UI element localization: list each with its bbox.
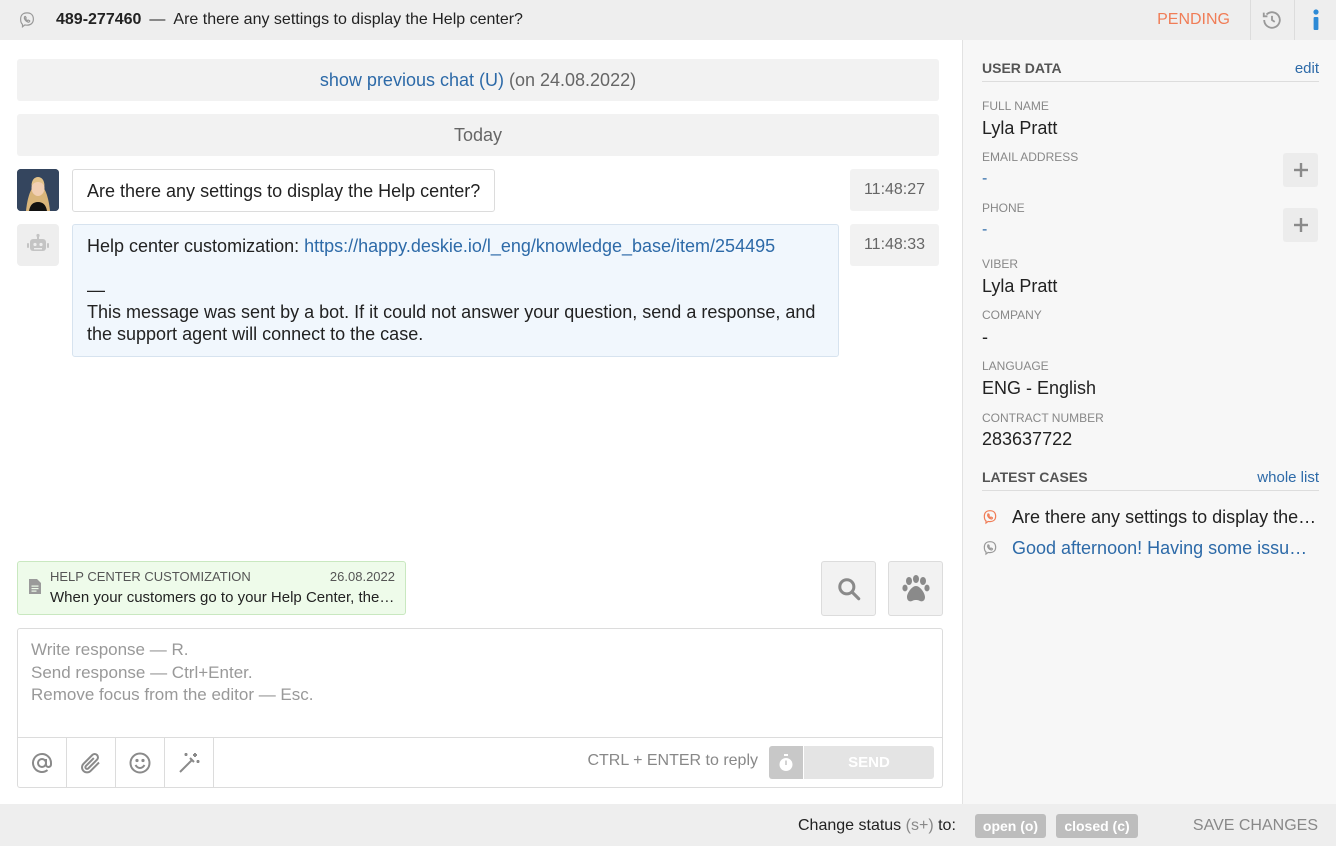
search-button[interactable] xyxy=(821,561,876,616)
info-button[interactable] xyxy=(1294,0,1336,40)
contract-number-value: 283637722 xyxy=(982,429,1073,449)
delayed-send-button[interactable] xyxy=(769,746,803,779)
paw-button[interactable] xyxy=(888,561,943,616)
knowledge-suggestion[interactable]: HELP CENTER CUSTOMIZATION 26.08.2022 Whe… xyxy=(17,561,406,615)
viber-icon xyxy=(983,541,997,556)
bot-message-prefix: Help center customization: xyxy=(87,236,305,256)
show-previous-chat-link[interactable]: show previous chat (U) xyxy=(320,70,504,91)
viber-icon xyxy=(20,12,34,28)
latest-case-item[interactable]: Are there any settings to display the He… xyxy=(982,504,1319,530)
title-separator: — xyxy=(149,11,166,28)
whole-list-link[interactable]: whole list xyxy=(1257,469,1319,486)
emoji-button[interactable] xyxy=(116,738,165,787)
magic-wand-icon xyxy=(179,752,200,773)
send-shortcut-hint: CTRL + ENTER to reply xyxy=(587,752,758,769)
mention-button[interactable] xyxy=(18,738,67,787)
chat-pane: show previous chat (U) (on 24.08.2022) T… xyxy=(0,40,962,804)
plus-icon xyxy=(1293,218,1308,232)
user-data-panel: USER DATA edit FULL NAME Lyla Pratt EMAI… xyxy=(962,40,1336,804)
viber-icon xyxy=(983,510,997,525)
magic-wand-button[interactable] xyxy=(165,738,214,787)
change-status-to: to: xyxy=(938,817,956,834)
viber-value: Lyla Pratt xyxy=(982,276,1058,296)
search-icon xyxy=(837,577,860,600)
change-status-text: Change status xyxy=(798,817,902,834)
language-value: ENG - English xyxy=(982,378,1097,398)
status-badge[interactable]: PENDING xyxy=(1157,0,1230,40)
suggestion-title: HELP CENTER CUSTOMIZATION xyxy=(50,569,251,584)
user-data-header: USER DATA edit xyxy=(982,60,1319,82)
latest-case-item[interactable]: Good afternoon! Having some issue that n… xyxy=(982,535,1319,561)
latest-cases-header: LATEST CASES whole list xyxy=(982,469,1319,491)
placeholder-line: Remove focus from the editor — Esc. xyxy=(31,685,314,704)
company-value: - xyxy=(982,327,988,347)
knowledge-base-link[interactable]: https://happy.deskie.io/l_eng/knowledge_… xyxy=(304,236,775,256)
case-id: 489-277460 xyxy=(56,11,142,28)
day-label: Today xyxy=(453,124,503,145)
day-separator: Today xyxy=(17,114,939,156)
history-button[interactable] xyxy=(1250,0,1292,40)
add-phone-button[interactable] xyxy=(1283,208,1318,242)
history-icon xyxy=(1262,11,1281,29)
latest-case-title: Are there any settings to display the He… xyxy=(1012,506,1317,527)
user-message: Are there any settings to display the He… xyxy=(72,169,496,212)
bot-message: Help center customization: https://happy… xyxy=(72,224,839,357)
full-name-value: Lyla Pratt xyxy=(982,118,1058,138)
status-closed-button[interactable]: closed (c) xyxy=(1056,814,1138,838)
language-label: LANGUAGE xyxy=(982,359,1049,373)
message-time: 11:48:33 xyxy=(850,224,939,266)
previous-chat-banner: show previous chat (U) (on 24.08.2022) xyxy=(17,59,939,101)
response-editor[interactable]: Write response — R. Send response — Ctrl… xyxy=(17,628,943,788)
user-avatar-image xyxy=(17,169,59,211)
editor-placeholder: Write response — R. Send response — Ctrl… xyxy=(31,639,314,707)
suggestion-date: 26.08.2022 xyxy=(329,569,395,584)
email-value[interactable]: - xyxy=(982,170,987,188)
plus-icon xyxy=(1293,163,1308,177)
attach-button[interactable] xyxy=(67,738,116,787)
phone-label: PHONE xyxy=(982,201,1025,215)
change-status-label: Change status (s+) to: xyxy=(798,817,956,835)
document-icon xyxy=(29,579,41,594)
add-email-button[interactable] xyxy=(1283,153,1318,187)
bot-message-dash: — xyxy=(87,280,105,300)
avatar xyxy=(17,169,59,211)
email-label: EMAIL ADDRESS xyxy=(982,150,1079,164)
case-subject: Are there any settings to display the He… xyxy=(173,11,523,28)
user-data-heading: USER DATA xyxy=(982,60,1062,76)
company-label: COMPANY xyxy=(982,308,1042,322)
robot-icon xyxy=(27,233,49,251)
save-changes-button[interactable]: SAVE CHANGES xyxy=(1193,817,1318,835)
smile-icon xyxy=(129,752,151,773)
edit-link[interactable]: edit xyxy=(1295,60,1319,77)
suggestion-text: When your customers go to your Help Cent… xyxy=(50,589,395,606)
placeholder-line: Write response — R. xyxy=(31,640,189,659)
case-header: 489-277460 — Are there any settings to d… xyxy=(0,0,1336,40)
full-name-label: FULL NAME xyxy=(982,99,1049,113)
phone-value[interactable]: - xyxy=(982,221,987,239)
status-footer: Change status (s+) to: open (o) closed (… xyxy=(0,804,1336,846)
status-open-button[interactable]: open (o) xyxy=(975,814,1046,838)
change-status-shortcut: (s+) xyxy=(905,817,934,834)
paperclip-icon xyxy=(81,752,100,773)
send-button[interactable]: SEND xyxy=(804,746,934,779)
bot-message-note: This message was sent by a bot. If it co… xyxy=(87,302,816,344)
latest-cases-heading: LATEST CASES xyxy=(982,469,1088,485)
bot-avatar xyxy=(17,224,59,266)
info-icon xyxy=(1312,9,1319,30)
placeholder-line: Send response — Ctrl+Enter. xyxy=(31,662,253,682)
timer-icon xyxy=(779,753,793,771)
at-icon xyxy=(32,752,52,773)
latest-case-title: Good afternoon! Having some issue that n… xyxy=(1012,537,1317,558)
paw-icon xyxy=(901,574,930,601)
contract-number-label: CONTRACT NUMBER xyxy=(982,411,1104,425)
previous-chat-date: (on 24.08.2022) xyxy=(508,69,637,90)
editor-toolbar: CTRL + ENTER to reply SEND xyxy=(18,737,942,787)
message-text: Are there any settings to display the He… xyxy=(87,181,481,201)
viber-label: VIBER xyxy=(982,257,1019,271)
message-time: 11:48:27 xyxy=(850,169,939,211)
